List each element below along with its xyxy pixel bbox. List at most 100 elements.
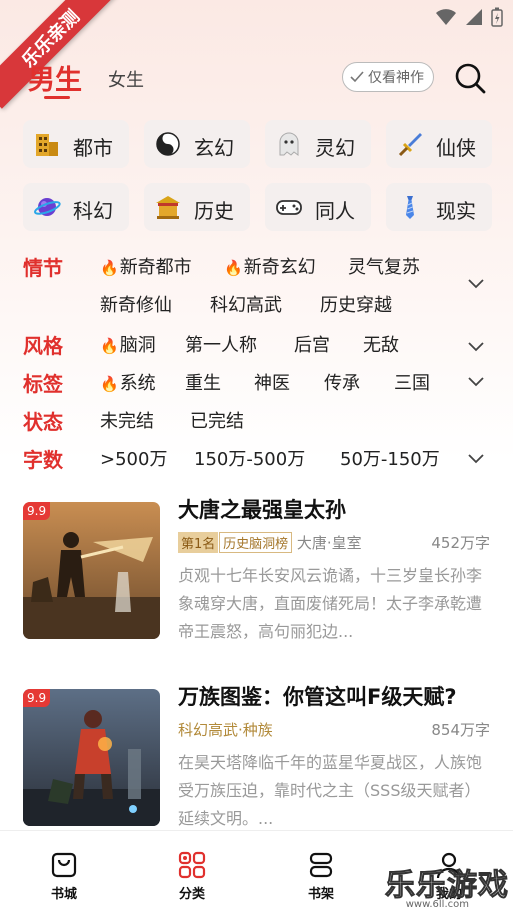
book-item[interactable]: 9.9 万族图鉴：你管这叫F级天赋? 科幻高武·种族 854万字 在昊天塔降临千… (0, 685, 513, 849)
book-item[interactable]: 9.9 大唐之最强皇太孙 第1名 历史脑洞榜 大唐·皇室 452万字 贞观十七年… (0, 498, 513, 662)
fire-icon: 🔥 (100, 337, 119, 355)
nav-label: 书城 (50, 887, 77, 902)
word-count: 854万字 (431, 721, 490, 739)
filter-option[interactable]: 灵气复苏 (348, 253, 420, 279)
book-cover[interactable]: 9.9 (23, 689, 160, 826)
filter-option[interactable]: 第一人称 (185, 331, 257, 357)
chevron-down-icon[interactable] (466, 278, 486, 290)
filter-option[interactable]: >500万 (100, 445, 167, 471)
bag-icon (51, 852, 77, 878)
sword-icon (398, 133, 422, 157)
filter-row-style: 风格 🔥脑洞 第一人称 后宫 无敌 (0, 328, 513, 360)
nav-label: 书架 (307, 887, 334, 902)
category-label: 灵幻 (315, 136, 355, 160)
filter-option[interactable]: 🔥新奇都市 (100, 253, 192, 279)
search-icon[interactable] (452, 60, 488, 96)
palace-icon (156, 196, 180, 219)
filter-option[interactable]: 无敌 (363, 331, 399, 357)
filter-option[interactable]: 三国 (394, 369, 430, 395)
nav-label: 分类 (178, 887, 205, 902)
filter-option[interactable]: 已完结 (190, 407, 244, 433)
fire-icon: 🔥 (100, 375, 119, 393)
book-cover-art (23, 502, 160, 639)
nav-category[interactable]: 分类 (152, 851, 232, 902)
watermark-url: www.6ll.com (405, 899, 469, 910)
watermark: 乐乐游戏 (385, 868, 509, 904)
rank-list-badge[interactable]: 历史脑洞榜 (219, 532, 293, 553)
book-title[interactable]: 大唐之最强皇太孙 (178, 494, 346, 524)
book-description: 贞观十七年长安风云诡谲，十三岁皇长孙李象魂穿大唐，直面废储死局！太子李承乾遭帝王… (178, 566, 483, 641)
filter-label: 字数 (23, 448, 63, 472)
category-kehuan[interactable]: 科幻 (23, 183, 129, 231)
category-xianshi[interactable]: 现实 (386, 183, 492, 231)
filter-option[interactable]: 后宫 (294, 331, 330, 357)
check-icon (350, 71, 364, 83)
category-xuanhuan[interactable]: 玄幻 (144, 120, 250, 168)
filter-option[interactable]: 🔥新奇玄幻 (224, 253, 316, 279)
yin-yang-icon (156, 132, 180, 156)
book-genre: 科幻高武·种族 (178, 721, 273, 739)
grid-icon (178, 851, 206, 879)
book-meta: 科幻高武·种族 854万字 (178, 719, 490, 741)
city-building-icon (36, 134, 58, 156)
filter-option[interactable]: 🔥系统 (100, 369, 156, 395)
rank-badge: 第1名 (178, 532, 219, 553)
nav-bookstore[interactable]: 书城 (24, 851, 104, 902)
filter-row-wordcount: 字数 >500万 150万-500万 50万-150万 (0, 442, 513, 474)
word-count: 452万字 (431, 534, 490, 552)
filter-option[interactable]: 历史穿越 (320, 291, 392, 317)
score-badge: 9.9 (23, 502, 51, 520)
filter-option[interactable]: 科幻高武 (210, 291, 282, 317)
category-label: 历史 (194, 199, 234, 223)
category-tongren[interactable]: 同人 (265, 183, 371, 231)
book-cover-art (23, 689, 160, 826)
filter-option[interactable]: 🔥脑洞 (100, 331, 156, 357)
filter-option[interactable]: 传承 (324, 369, 360, 395)
book-cover[interactable]: 9.9 (23, 502, 160, 639)
bottom-navbar: 书城 分类 书架 我的 乐乐游戏 www.6ll.com (0, 830, 513, 912)
category-label: 都市 (73, 136, 113, 160)
necktie-icon (406, 196, 414, 219)
wifi-icon (436, 9, 456, 25)
category-linghuan[interactable]: 灵幻 (265, 120, 371, 168)
active-tab-indicator (44, 96, 70, 99)
fire-icon: 🔥 (100, 259, 119, 277)
chevron-down-icon[interactable] (466, 376, 486, 388)
signal-icon (466, 9, 482, 25)
book-title[interactable]: 万族图鉴：你管这叫F级天赋? (178, 681, 457, 711)
filter-label: 标签 (23, 372, 63, 396)
book-meta: 第1名 历史脑洞榜 大唐·皇室 452万字 (178, 532, 490, 554)
chevron-down-icon[interactable] (466, 341, 486, 353)
filter-option[interactable]: 神医 (254, 369, 290, 395)
category-dushi[interactable]: 都市 (23, 120, 129, 168)
filter-row-tags: 标签 🔥系统 重生 神医 传承 三国 (0, 366, 513, 398)
filter-row-plot: 情节 🔥新奇都市 🔥新奇玄幻 灵气复苏 (0, 250, 513, 282)
tab-male[interactable]: 男生 (28, 58, 82, 97)
book-genre: 大唐·皇室 (296, 534, 362, 552)
filter-option[interactable]: 重生 (185, 369, 221, 395)
category-label: 仙侠 (436, 136, 476, 160)
filter-row-plot-2: 新奇修仙 科幻高武 历史穿越 (0, 288, 513, 320)
category-xianxia[interactable]: 仙侠 (386, 120, 492, 168)
ghost-icon (279, 132, 299, 156)
category-label: 科幻 (73, 199, 113, 223)
filter-option[interactable]: 新奇修仙 (100, 291, 172, 317)
filter-label: 状态 (23, 410, 63, 434)
filter-option[interactable]: 未完结 (100, 407, 154, 433)
chevron-down-icon[interactable] (466, 453, 486, 465)
category-label: 玄幻 (194, 136, 234, 160)
category-label: 现实 (436, 199, 476, 223)
filter-label: 风格 (23, 334, 63, 358)
fire-icon: 🔥 (224, 259, 243, 277)
filter-label: 情节 (23, 256, 63, 280)
tab-female[interactable]: 女生 (108, 66, 144, 92)
bookshelf-icon (309, 852, 333, 878)
filter-option[interactable]: 50万-150万 (340, 445, 440, 471)
filter-option[interactable]: 150万-500万 (194, 445, 305, 471)
category-lishi[interactable]: 历史 (144, 183, 250, 231)
filter-row-status: 状态 未完结 已完结 (0, 404, 513, 436)
nav-bookshelf[interactable]: 书架 (281, 851, 361, 902)
gamepad-icon (276, 200, 302, 215)
planet-icon (34, 198, 61, 216)
god-works-toggle[interactable]: 仅看神作 (342, 62, 434, 92)
